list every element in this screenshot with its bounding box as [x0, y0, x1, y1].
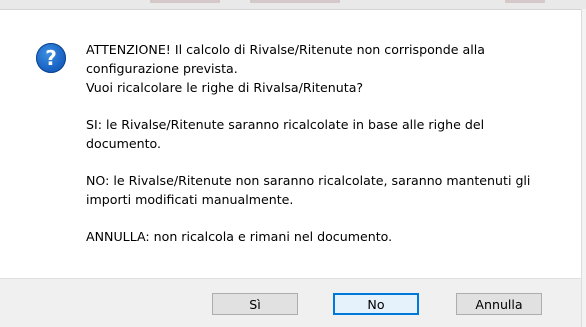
screen: ? ATTENZIONE! Il calcolo di Rivalse/Rite… — [0, 0, 586, 327]
message-paragraph-cancel: ANNULLA: non ricalcola e rimani nel docu… — [86, 229, 393, 244]
message-line: Vuoi ricalcolare le righe di Rivalsa/Rit… — [86, 80, 364, 95]
message-paragraph-no: NO: le Rivalse/Ritenute non saranno rica… — [86, 173, 531, 207]
background-text-fragment — [250, 0, 340, 3]
yes-button[interactable]: Sì — [212, 293, 298, 315]
dialog-content: ? ATTENZIONE! Il calcolo di Rivalse/Rite… — [0, 10, 586, 278]
no-button[interactable]: No — [333, 293, 419, 315]
dialog-message: ATTENZIONE! Il calcolo di Rivalse/Ritenu… — [86, 40, 556, 246]
message-header: ATTENZIONE! Il calcolo di Rivalse/Ritenu… — [86, 40, 556, 97]
cancel-button[interactable]: Annulla — [456, 293, 542, 315]
background-text-fragment — [505, 0, 545, 3]
dialog-button-bar: Sì No Annulla — [0, 278, 581, 327]
question-mark-glyph: ? — [45, 45, 57, 70]
message-dialog: ? ATTENZIONE! Il calcolo di Rivalse/Rite… — [0, 9, 586, 327]
background-text-fragment — [150, 0, 220, 3]
window-edge — [581, 9, 586, 327]
background-window-strip — [0, 0, 586, 9]
message-paragraph-yes: SI: le Rivalse/Ritenute saranno ricalcol… — [86, 117, 485, 151]
message-line: ATTENZIONE! Il calcolo di Rivalse/Ritenu… — [86, 42, 485, 76]
question-icon: ? — [36, 43, 66, 73]
